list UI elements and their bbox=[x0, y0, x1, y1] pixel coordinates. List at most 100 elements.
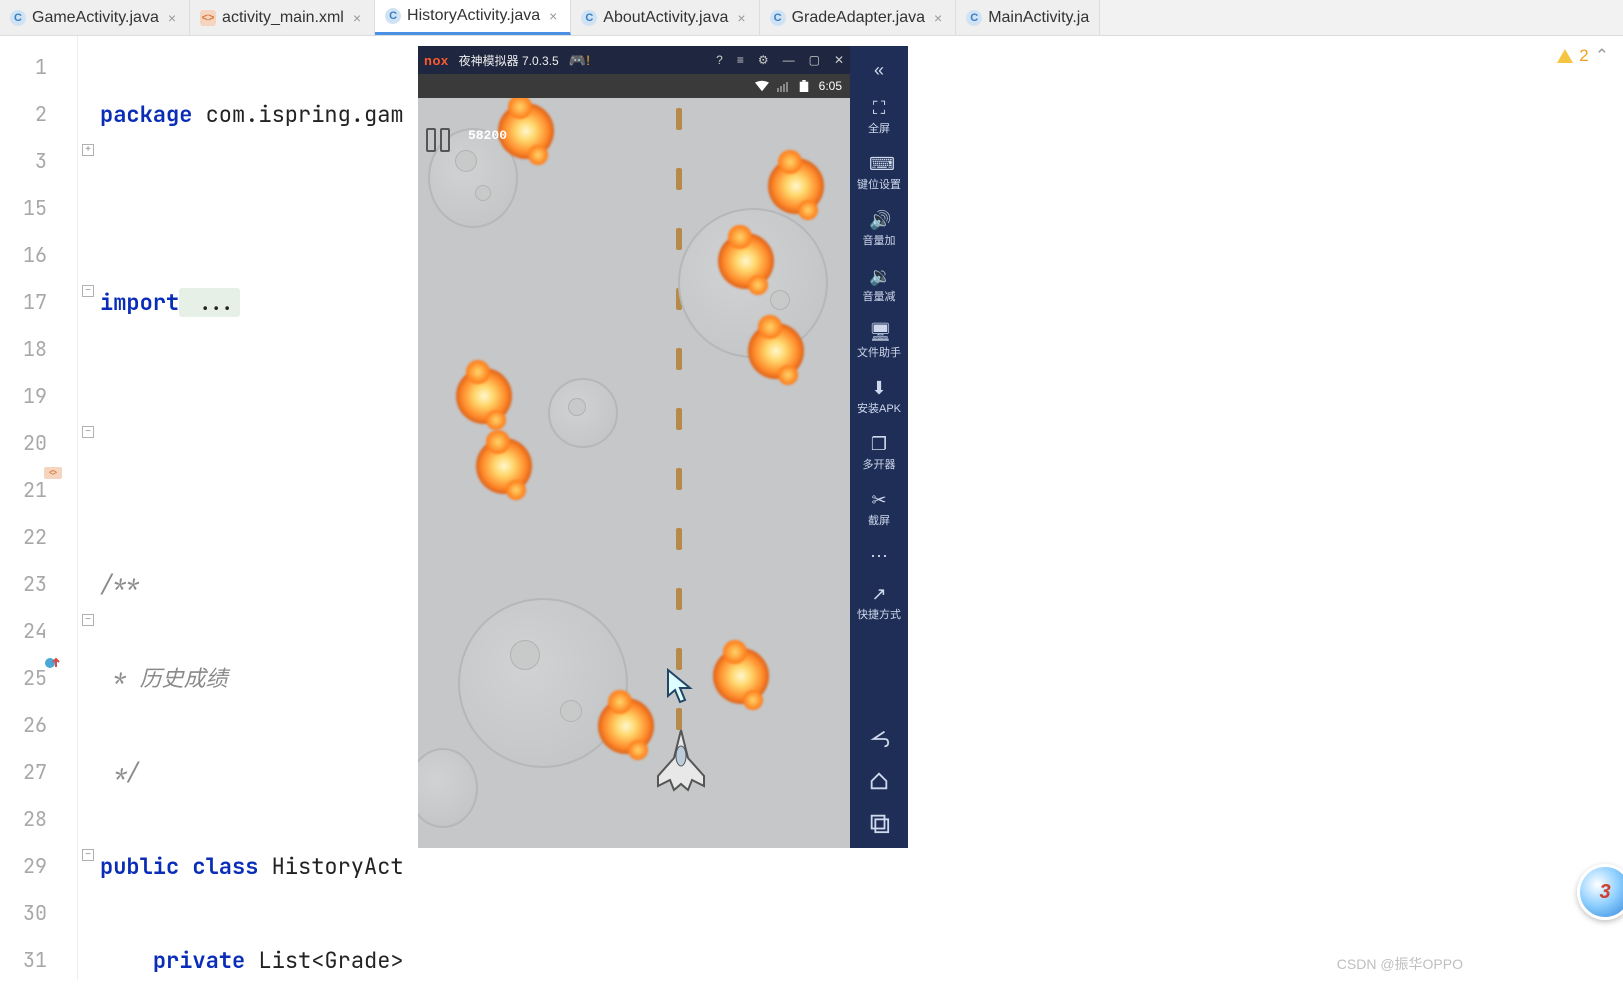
line-number: 19 bbox=[0, 373, 77, 420]
line-number: 3 bbox=[0, 138, 77, 185]
pause-button[interactable] bbox=[426, 128, 450, 152]
gear-icon[interactable]: ⚙ bbox=[758, 53, 769, 67]
emulator-titlebar[interactable]: nox 夜神模拟器 7.0.3.5 🎮! ? ≡ ⚙ — ▢ ✕ bbox=[418, 46, 850, 74]
close-icon[interactable]: × bbox=[350, 10, 364, 26]
side-more[interactable]: ⋯ bbox=[850, 540, 908, 572]
java-icon: C bbox=[10, 10, 26, 26]
fold-toggle[interactable]: − bbox=[82, 849, 94, 861]
tab-label: AboutActivity.java bbox=[603, 9, 728, 27]
gamepad-icon[interactable]: 🎮! bbox=[569, 52, 590, 69]
line-number: 23 bbox=[0, 561, 77, 608]
road-dash bbox=[676, 588, 682, 610]
line-number: 1 bbox=[0, 44, 77, 91]
side-screenshot[interactable]: ✂截屏 bbox=[850, 484, 908, 534]
tab-label: activity_main.xml bbox=[222, 9, 344, 27]
explosion bbox=[718, 233, 774, 289]
tab-main-activity[interactable]: C MainActivity.ja bbox=[956, 0, 1100, 35]
road-dash bbox=[676, 348, 682, 370]
fold-toggle[interactable]: − bbox=[82, 426, 94, 438]
close-icon[interactable]: ✕ bbox=[834, 53, 844, 67]
road-dash bbox=[676, 408, 682, 430]
inspection-widget[interactable]: 2 ⌃ bbox=[1557, 46, 1609, 66]
code-text: List<Grade> bbox=[245, 946, 403, 975]
side-collapse[interactable]: « bbox=[850, 54, 908, 86]
side-shortcut[interactable]: ↗ 快捷方式 bbox=[850, 578, 908, 628]
side-volume-down[interactable]: 🔉 音量减 bbox=[850, 260, 908, 310]
keyword: private bbox=[153, 946, 245, 975]
fold-toggle[interactable]: + bbox=[82, 144, 94, 156]
line-number: 31 bbox=[0, 937, 77, 984]
close-icon[interactable]: × bbox=[931, 10, 945, 26]
explosion bbox=[456, 368, 512, 424]
xml-icon: <> bbox=[200, 10, 216, 26]
tab-label: GameActivity.java bbox=[32, 9, 159, 27]
tab-about-activity[interactable]: C AboutActivity.java × bbox=[571, 0, 759, 35]
road-dash bbox=[676, 228, 682, 250]
side-install-apk[interactable]: ⬇ 安装APK bbox=[850, 372, 908, 422]
android-status-bar: 6:05 bbox=[418, 74, 850, 98]
emulator-side-toolbar: « ⛶全屏 ⌨键位设置 🔊音量加 🔉音量减 🖥文件助手 ⬇安装APK ❐多开器 … bbox=[850, 46, 908, 848]
side-file-assistant[interactable]: 🖥文件助手 bbox=[850, 316, 908, 366]
code-text: HistoryAct bbox=[258, 852, 403, 881]
line-number: 26 bbox=[0, 702, 77, 749]
tab-game-activity[interactable]: C GameActivity.java × bbox=[0, 0, 190, 35]
road-dash bbox=[676, 468, 682, 490]
help-icon[interactable]: ? bbox=[716, 53, 723, 67]
android-nav-bar bbox=[850, 728, 908, 848]
menu-icon[interactable]: ≡ bbox=[737, 53, 744, 67]
side-multi-instance[interactable]: ❐多开器 bbox=[850, 428, 908, 478]
line-number: 22 bbox=[0, 514, 77, 561]
side-label: 快捷方式 bbox=[857, 606, 901, 622]
close-icon[interactable]: × bbox=[734, 10, 748, 26]
side-fullscreen[interactable]: ⛶全屏 bbox=[850, 92, 908, 142]
asteroid bbox=[418, 748, 478, 828]
maximize-icon[interactable]: ▢ bbox=[809, 53, 820, 67]
keyboard-icon: ⌨ bbox=[869, 154, 889, 174]
emulator-main: nox 夜神模拟器 7.0.3.5 🎮! ? ≡ ⚙ — ▢ ✕ 6:05 bbox=[418, 46, 850, 848]
player-ship[interactable] bbox=[650, 728, 712, 794]
copy-icon: ❐ bbox=[869, 434, 889, 454]
fold-toggle[interactable]: − bbox=[82, 285, 94, 297]
line-number: 29 bbox=[0, 843, 77, 890]
side-volume-up[interactable]: 🔊音量加 bbox=[850, 204, 908, 254]
explosion bbox=[768, 158, 824, 214]
home-button[interactable] bbox=[868, 770, 890, 792]
recents-button[interactable] bbox=[868, 812, 890, 834]
close-icon[interactable]: × bbox=[165, 10, 179, 26]
keyword: package bbox=[100, 100, 192, 129]
game-screen[interactable]: 58200 bbox=[418, 98, 850, 848]
external-link-icon: ↗ bbox=[869, 584, 889, 604]
line-number: 20<> bbox=[0, 420, 77, 467]
minimize-icon[interactable]: — bbox=[783, 53, 795, 67]
back-button[interactable] bbox=[868, 728, 890, 750]
side-label: 安装APK bbox=[857, 400, 901, 416]
side-label: 键位设置 bbox=[857, 176, 901, 192]
volume-down-icon: 🔉 bbox=[869, 266, 889, 286]
explosion bbox=[598, 698, 654, 754]
side-label: 音量加 bbox=[863, 232, 896, 248]
editor-tab-bar: C GameActivity.java × <> activity_main.x… bbox=[0, 0, 1623, 36]
fold-toggle[interactable]: − bbox=[82, 614, 94, 626]
tab-grade-adapter[interactable]: C GradeAdapter.java × bbox=[760, 0, 957, 35]
download-icon: ⬇ bbox=[869, 378, 889, 398]
java-icon: C bbox=[966, 10, 982, 26]
side-label: 音量减 bbox=[863, 288, 896, 304]
explosion bbox=[476, 438, 532, 494]
line-number: 2 bbox=[0, 91, 77, 138]
tab-activity-main-xml[interactable]: <> activity_main.xml × bbox=[190, 0, 375, 35]
keyword: public bbox=[100, 852, 179, 881]
line-number: 28 bbox=[0, 796, 77, 843]
line-number: 18 bbox=[0, 326, 77, 373]
line-number: 16 bbox=[0, 232, 77, 279]
side-keymap[interactable]: ⌨ 键位设置 bbox=[850, 148, 908, 198]
warning-icon bbox=[1557, 49, 1573, 63]
emulator-title: 夜神模拟器 7.0.3.5 bbox=[459, 52, 559, 69]
chevron-up-down-icon[interactable]: ⌃ bbox=[1595, 46, 1609, 66]
close-icon[interactable]: × bbox=[546, 8, 560, 24]
tab-history-activity[interactable]: C HistoryActivity.java × bbox=[375, 0, 571, 35]
line-number: 27 bbox=[0, 749, 77, 796]
road-dash bbox=[676, 528, 682, 550]
explosion bbox=[748, 323, 804, 379]
folded-region[interactable]: ... bbox=[179, 288, 240, 317]
comment: * 历史成绩 bbox=[100, 664, 228, 693]
